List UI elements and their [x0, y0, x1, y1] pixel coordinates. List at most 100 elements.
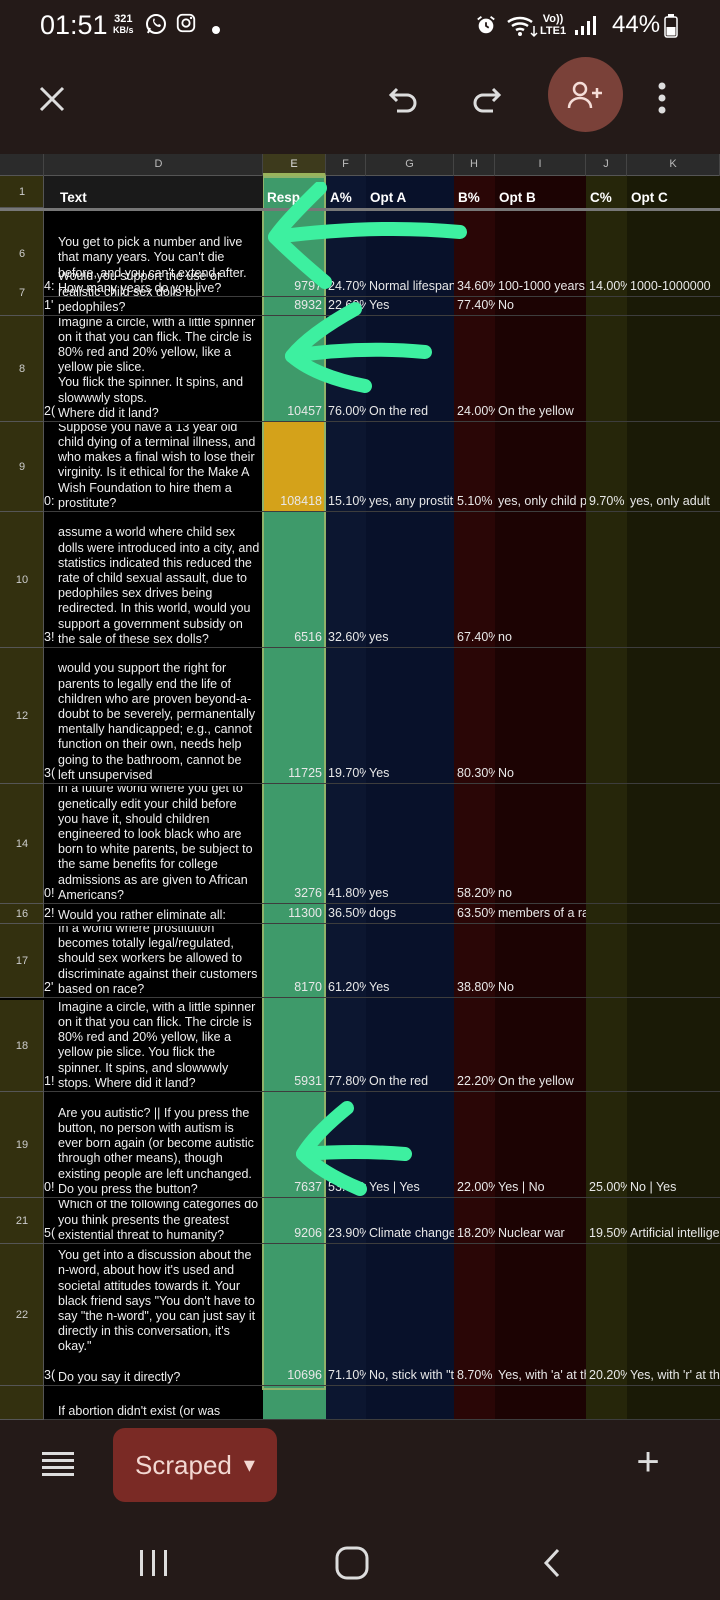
row-header[interactable]: 21	[0, 1198, 44, 1244]
row-a-pct-cell[interactable]: 32.60%	[328, 630, 366, 644]
column-header-d[interactable]: D	[55, 154, 263, 176]
row-opt-b-cell[interactable]: no	[498, 886, 586, 900]
row-cell-prefix[interactable]: 0:	[44, 494, 58, 508]
row-opt-a-cell[interactable]: yes, any prostitute	[369, 494, 454, 508]
row-cell-prefix[interactable]: 1'	[44, 298, 58, 312]
row-text-cell[interactable]: Imagine a circle, with a little spinner …	[58, 1002, 260, 1091]
row-header[interactable]: 18	[0, 1000, 44, 1092]
row-text-cell[interactable]: You get into a discussion about the n-wo…	[58, 1246, 260, 1385]
row-text-cell[interactable]: Would you support the use of realistic c…	[58, 272, 260, 315]
row-cell-prefix[interactable]: 1!	[44, 1074, 58, 1088]
row-text-cell[interactable]: Suppose you have a 13 year old child dyi…	[58, 424, 260, 511]
row-a-pct-cell[interactable]: 15.10%	[328, 494, 366, 508]
column-corner[interactable]	[0, 154, 44, 176]
spreadsheet-grid[interactable]: D E F G H I J K 1 Text Resp A% Opt A B% …	[0, 154, 720, 1420]
row-b-pct-cell[interactable]: 58.20%	[457, 886, 495, 900]
row-c-pct-cell[interactable]: 25.00%	[589, 1180, 627, 1194]
row-opt-c-cell[interactable]: 1000-1000000	[630, 279, 720, 293]
row-a-pct-cell[interactable]: 41.80%	[328, 886, 366, 900]
row-text-cell[interactable]: Are you autistic? || If you press the bu…	[58, 1094, 260, 1197]
row-text-cell[interactable]: Which of the following categories do you…	[58, 1200, 260, 1243]
row-opt-a-cell[interactable]: dogs	[369, 906, 454, 920]
row-opt-b-cell[interactable]: Yes, with 'a' at the end	[498, 1368, 586, 1382]
column-header-e[interactable]: E	[263, 154, 326, 176]
more-options-button[interactable]	[640, 74, 684, 122]
row-text-cell[interactable]: in a future world where you get to genet…	[58, 786, 260, 903]
row-resp-cell[interactable]: 11725	[263, 766, 322, 780]
row-opt-a-cell[interactable]: yes	[369, 630, 454, 644]
row-header[interactable]: 16	[0, 904, 44, 924]
row-opt-c-cell[interactable]: No | Yes	[630, 1180, 720, 1194]
row-opt-b-cell[interactable]: No	[498, 980, 586, 994]
row-resp-cell[interactable]: 11300	[263, 906, 322, 920]
column-header-f[interactable]: F	[326, 154, 366, 176]
recents-button[interactable]	[130, 1540, 178, 1588]
row-text-cell[interactable]: assume a world where child sex dolls wer…	[58, 514, 260, 647]
column-header-k[interactable]: K	[627, 154, 720, 176]
row-opt-a-cell[interactable]: yes	[369, 886, 454, 900]
row-b-pct-cell[interactable]: 77.40%	[457, 298, 495, 312]
row-opt-a-cell[interactable]: Yes	[369, 980, 454, 994]
row-cell-prefix[interactable]: 3!	[44, 630, 58, 644]
column-header-g[interactable]: G	[366, 154, 454, 176]
row-opt-b-cell[interactable]: members of a race	[498, 906, 586, 920]
row-opt-a-cell[interactable]: On the red	[369, 1074, 454, 1088]
row-header[interactable]: 14	[0, 784, 44, 904]
header-c-pct[interactable]: C%	[590, 190, 612, 205]
row-opt-b-cell[interactable]: No	[498, 298, 586, 312]
close-button[interactable]	[30, 77, 74, 121]
row-cell-prefix[interactable]: 3(	[44, 1368, 58, 1382]
row-cell-prefix[interactable]: 4:	[44, 279, 58, 293]
row-cell-prefix[interactable]: 0!	[44, 886, 58, 900]
row-resp-cell[interactable]: 108418	[263, 494, 322, 508]
row-cell-prefix[interactable]: 2(	[44, 404, 58, 418]
row-c-pct-cell[interactable]: 9.70%	[589, 494, 627, 508]
row-text-cell[interactable]: In a world where prostitution becomes to…	[58, 926, 260, 997]
row-header[interactable]: 12	[0, 648, 44, 784]
row-cell-prefix[interactable]: 5(	[44, 1226, 58, 1240]
home-button[interactable]	[328, 1540, 376, 1588]
column-header-j[interactable]: J	[586, 154, 627, 176]
row-b-pct-cell[interactable]: 24.00%	[457, 404, 495, 418]
row-header[interactable]: 22	[0, 1244, 44, 1386]
row-opt-c-cell[interactable]: yes, only adult	[630, 494, 720, 508]
row-opt-b-cell[interactable]: 100-1000 years	[498, 279, 586, 293]
row-a-pct-cell[interactable]: 19.70%	[328, 766, 366, 780]
row-opt-c-cell[interactable]: Yes, with 'r' at the end	[630, 1368, 720, 1382]
row-resp-cell[interactable]: 10696	[263, 1368, 322, 1382]
redo-button[interactable]	[462, 74, 510, 122]
row-resp-cell[interactable]: 6516	[263, 630, 322, 644]
row-resp-cell[interactable]: 9206	[263, 1226, 322, 1240]
header-opt-c[interactable]: Opt C	[631, 190, 668, 205]
row-c-pct-cell[interactable]: 19.50%	[589, 1226, 627, 1240]
row-header[interactable]: 19	[0, 1092, 44, 1198]
row-b-pct-cell[interactable]: 38.80%	[457, 980, 495, 994]
row-a-pct-cell[interactable]: 77.80%	[328, 1074, 366, 1088]
header-text[interactable]: Text	[60, 190, 87, 205]
row-a-pct-cell[interactable]: 36.50%	[328, 906, 366, 920]
row-text-cell[interactable]: Would you rather eliminate all:	[58, 906, 260, 923]
row-c-pct-cell[interactable]: 14.00%	[589, 279, 627, 293]
column-header-i[interactable]: I	[495, 154, 586, 176]
row-a-pct-cell[interactable]: 76.00%	[328, 404, 366, 418]
row-resp-cell[interactable]: 5931	[263, 1074, 322, 1088]
row-text-cell[interactable]: If abortion didn't exist (or was	[58, 1388, 260, 1419]
header-opt-b[interactable]: Opt B	[499, 190, 536, 205]
row-b-pct-cell[interactable]: 80.30%	[457, 766, 495, 780]
row-c-pct-cell[interactable]: 20.20%	[589, 1368, 627, 1382]
row-cell-prefix[interactable]: 2'	[44, 980, 58, 994]
back-button[interactable]	[530, 1540, 578, 1588]
row-resp-cell[interactable]: 10457	[263, 404, 322, 418]
row-b-pct-cell[interactable]: 22.00%	[457, 1180, 495, 1194]
add-sheet-button[interactable]: +	[628, 1442, 668, 1484]
row-opt-b-cell[interactable]: no	[498, 630, 586, 644]
row-opt-b-cell[interactable]: yes, only child prostitutes	[498, 494, 586, 508]
row-b-pct-cell[interactable]: 8.70%	[457, 1368, 495, 1382]
row-opt-b-cell[interactable]: Yes | No	[498, 1180, 586, 1194]
row-opt-a-cell[interactable]: Climate change	[369, 1226, 454, 1240]
share-button[interactable]	[548, 57, 623, 132]
row-text-cell[interactable]: would you support the right for parents …	[58, 650, 260, 783]
row-header[interactable]: 17	[0, 924, 44, 998]
row-opt-b-cell[interactable]: On the yellow	[498, 404, 586, 418]
row-cell-prefix[interactable]: 2!	[44, 906, 58, 920]
